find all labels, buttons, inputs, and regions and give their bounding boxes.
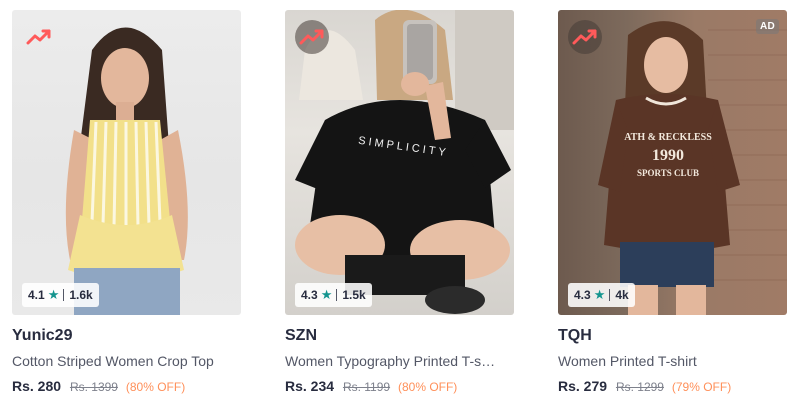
product-image[interactable]: SIMPLICITY 4.3 ★ 1.5k	[285, 10, 514, 315]
product-card[interactable]: 4.1 ★ 1.6k Yunic29 Cotton Striped Women …	[12, 10, 241, 401]
rating-badge: 4.1 ★ 1.6k	[22, 283, 99, 307]
product-photo-brown-tshirt: ATH & RECKLESS 1990 SPORTS CLUB	[598, 21, 787, 315]
sale-price: Rs. 280	[12, 378, 62, 394]
rating-badge: 4.3 ★ 4k	[568, 283, 635, 307]
rating-count: 1.5k	[342, 288, 366, 302]
trending-up-icon	[572, 29, 597, 45]
discount-label: (80% OFF)	[125, 380, 186, 394]
divider	[336, 289, 338, 301]
product-price: Rs. 280 Rs. 1399 (80% OFF)	[12, 378, 241, 394]
star-icon: ★	[593, 287, 606, 302]
trending-badge	[568, 20, 602, 54]
tshirt-print-line3: SPORTS CLUB	[637, 168, 699, 178]
tshirt-print-line1: ATH & RECKLESS	[624, 132, 712, 143]
product-brand: TQH	[558, 327, 592, 344]
product-grid: 4.1 ★ 1.6k Yunic29 Cotton Striped Women …	[0, 0, 800, 401]
trending-badge	[295, 20, 329, 54]
product-card[interactable]: ATH & RECKLESS 1990 SPORTS CLUB AD 4.3 ★…	[558, 10, 787, 401]
discount-label: (79% OFF)	[671, 380, 732, 394]
trending-up-icon	[26, 29, 51, 45]
trending-up-icon	[299, 29, 324, 45]
original-price: Rs. 1399	[69, 380, 118, 394]
rating-value: 4.3	[574, 288, 591, 302]
product-card[interactable]: SIMPLICITY 4.3 ★ 1.5k SZN Women Typograp…	[285, 10, 514, 401]
rating-value: 4.1	[28, 288, 45, 302]
product-name: Cotton Striped Women Crop Top	[12, 353, 214, 369]
product-image[interactable]: 4.1 ★ 1.6k	[12, 10, 241, 315]
rating-count: 1.6k	[69, 288, 93, 302]
rating-badge: 4.3 ★ 1.5k	[295, 283, 372, 307]
trending-badge	[22, 20, 56, 54]
product-brand: Yunic29	[12, 327, 73, 344]
divider	[609, 289, 611, 301]
rating-value: 4.3	[301, 288, 318, 302]
discount-label: (80% OFF)	[397, 380, 458, 394]
original-price: Rs. 1299	[615, 380, 664, 394]
product-photo-yellow-striped-top	[65, 27, 188, 315]
sale-price: Rs. 279	[558, 378, 608, 394]
ad-badge: AD	[755, 19, 779, 34]
product-brand: SZN	[285, 327, 317, 344]
star-icon: ★	[47, 287, 60, 302]
star-icon: ★	[320, 287, 333, 302]
sale-price: Rs. 234	[285, 378, 335, 394]
rating-count: 4k	[615, 288, 629, 302]
original-price: Rs. 1199	[342, 380, 391, 394]
divider	[63, 289, 65, 301]
tshirt-print-line2: 1990	[652, 147, 684, 164]
product-price: Rs. 234 Rs. 1199 (80% OFF)	[285, 378, 514, 394]
product-name: Women Printed T-shirt	[558, 353, 697, 369]
product-photo-black-tshirt: SIMPLICITY	[295, 10, 514, 314]
product-name: Women Typography Printed T-shirt	[285, 353, 497, 369]
product-price: Rs. 279 Rs. 1299 (79% OFF)	[558, 378, 787, 394]
product-image[interactable]: ATH & RECKLESS 1990 SPORTS CLUB AD 4.3 ★…	[558, 10, 787, 315]
